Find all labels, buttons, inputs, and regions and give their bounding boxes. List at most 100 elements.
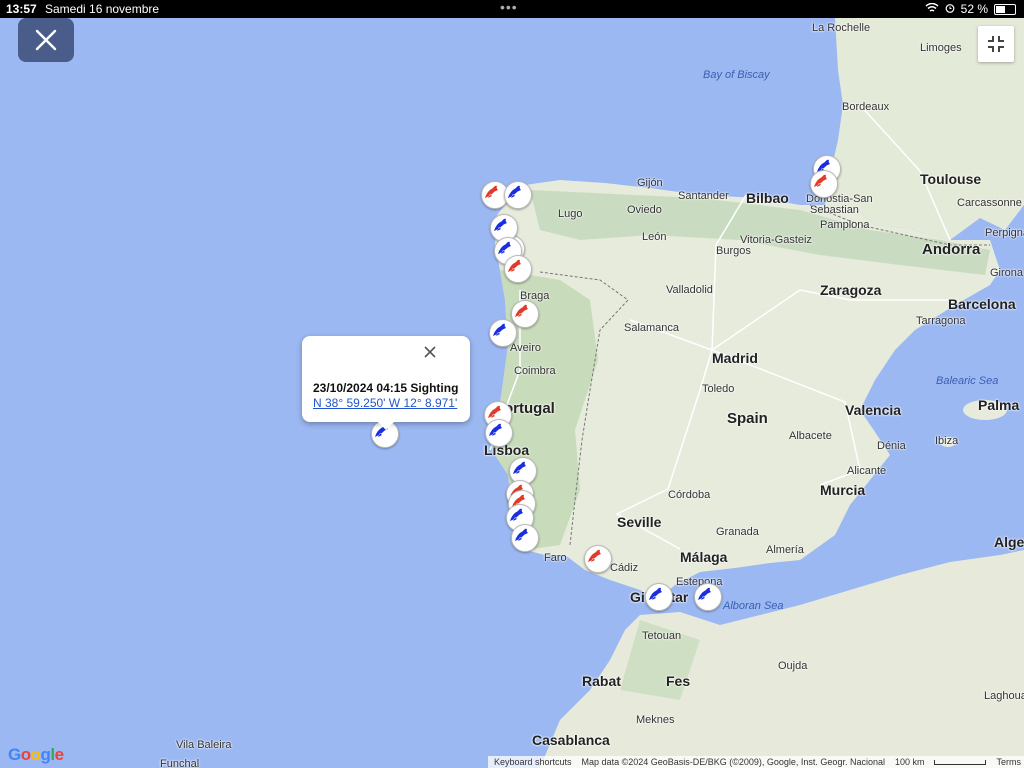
place-label: Valladolid (666, 284, 713, 296)
scale-bar (934, 759, 987, 765)
dolphin-icon (513, 461, 526, 474)
place-label: Funchal (160, 758, 200, 768)
sighting-marker-blue[interactable] (511, 524, 539, 552)
place-label: Barcelona (948, 296, 1016, 312)
place-label: Almería (766, 544, 804, 556)
close-map-button[interactable] (18, 18, 74, 62)
wifi-icon (925, 2, 939, 16)
place-label: Toledo (702, 383, 735, 395)
place-label: Meknes (636, 714, 675, 726)
place-label: Córdoba (668, 489, 711, 501)
alarm-icon (945, 2, 955, 16)
exit-fullscreen-button[interactable] (978, 26, 1014, 62)
sighting-marker-red[interactable] (504, 255, 532, 283)
place-label: Bay of Biscay (703, 69, 770, 81)
place-label: Tarragona (916, 315, 966, 327)
dolphin-icon (508, 259, 521, 272)
popup-coordinates-link[interactable]: N 38° 59.250' W 12° 8.971' (313, 396, 457, 410)
battery-percent: 52 % (960, 2, 988, 16)
dolphin-icon (588, 549, 601, 562)
sighting-marker-red[interactable] (810, 170, 838, 198)
place-label: Palma (978, 397, 1020, 413)
place-label: León (642, 231, 667, 243)
keyboard-shortcuts-link[interactable]: Keyboard shortcuts (494, 757, 572, 767)
scale-label[interactable]: 100 km (895, 757, 925, 767)
map-data-credit: Map data ©2024 GeoBasis-DE/BKG (©2009), … (581, 757, 885, 767)
place-label: Alicante (847, 465, 887, 477)
place-label: Gijón (637, 177, 663, 189)
sighting-marker-red[interactable] (584, 545, 612, 573)
battery-icon (994, 3, 1016, 15)
sighting-marker-blue[interactable] (694, 583, 722, 611)
place-label: Oujda (778, 660, 808, 672)
place-label: Casablanca (532, 732, 610, 748)
place-label: Cádiz (610, 562, 639, 574)
close-icon (424, 346, 436, 358)
dolphin-icon (508, 185, 521, 198)
place-label: Andorra (922, 241, 981, 258)
dolphin-icon (698, 587, 711, 600)
place-label: Santander (678, 190, 729, 202)
place-label: Carcassonne (957, 197, 1022, 209)
place-label: Balearic Sea (936, 375, 999, 387)
dolphin-icon (489, 423, 502, 436)
sighting-marker-blue[interactable] (504, 181, 532, 209)
place-label: Murcia (820, 482, 866, 498)
dolphin-icon (515, 304, 528, 317)
dolphin-icon (515, 528, 528, 541)
place-label: Pamplona (820, 219, 870, 231)
place-label: Seville (617, 514, 662, 530)
google-logo[interactable]: Google (8, 745, 64, 765)
place-label: La Rochelle (812, 22, 871, 34)
place-label: Alger (994, 534, 1024, 550)
place-label: Girona (990, 267, 1024, 279)
multitask-dots-icon[interactable]: ••• (500, 0, 518, 15)
sighting-marker-blue[interactable] (645, 583, 673, 611)
status-bar: 13:57 Samedi 16 novembre ••• 52 % (0, 0, 1024, 18)
place-label: Fes (666, 673, 691, 689)
place-label: Bordeaux (842, 101, 890, 113)
place-label: Rabat (582, 673, 621, 689)
map-canvas[interactable] (0, 18, 1024, 768)
popup-close-button[interactable] (424, 346, 452, 370)
place-label: Granada (716, 526, 759, 538)
place-label: Zaragoza (820, 282, 882, 298)
close-icon (35, 29, 57, 51)
place-label: Bilbao (746, 190, 789, 206)
place-label: Aveiro (510, 342, 541, 354)
place-label: Laghoua (984, 690, 1024, 702)
status-time: 13:57 (6, 2, 37, 16)
sighting-marker-blue[interactable] (489, 319, 517, 347)
terms-link[interactable]: Terms (996, 757, 1021, 767)
place-label: Burgos (716, 245, 751, 257)
place-label: Dénia (877, 440, 906, 452)
place-label: Alboran Sea (723, 600, 784, 612)
sighting-marker-blue[interactable] (485, 419, 513, 447)
place-label: Faro (544, 552, 567, 564)
place-label: Toulouse (920, 171, 982, 187)
place-label: Limoges (920, 42, 962, 54)
place-label: Vila Baleira (176, 739, 232, 751)
sighting-marker-red[interactable] (511, 300, 539, 328)
map-view[interactable]: La Rochelle Limoges Bordeaux Toulouse Carcas… (0, 18, 1024, 768)
place-label: Ibiza (935, 435, 959, 447)
dolphin-icon (649, 587, 662, 600)
place-label: Valencia (845, 402, 902, 418)
map-attribution-bar: Keyboard shortcuts Map data ©2024 GeoBas… (488, 756, 1024, 768)
dolphin-icon (485, 185, 498, 198)
dolphin-icon (493, 323, 506, 336)
place-label: Albacete (789, 430, 832, 442)
dolphin-icon (494, 218, 507, 231)
place-label: Oviedo (627, 204, 662, 216)
place-label: Lugo (558, 208, 583, 220)
place-label: Salamanca (624, 322, 680, 334)
place-label: Tetouan (642, 630, 682, 642)
status-date: Samedi 16 novembre (45, 2, 160, 16)
collapse-icon (988, 36, 1004, 52)
place-label: Coimbra (514, 365, 556, 377)
place-label: Madrid (712, 350, 758, 366)
sighting-popup: 23/10/2024 04:15 Sighting N 38° 59.250' … (302, 336, 470, 430)
place-label: Spain (727, 410, 768, 427)
dolphin-icon (510, 508, 523, 521)
popup-title: 23/10/2024 04:15 Sighting (313, 381, 459, 395)
